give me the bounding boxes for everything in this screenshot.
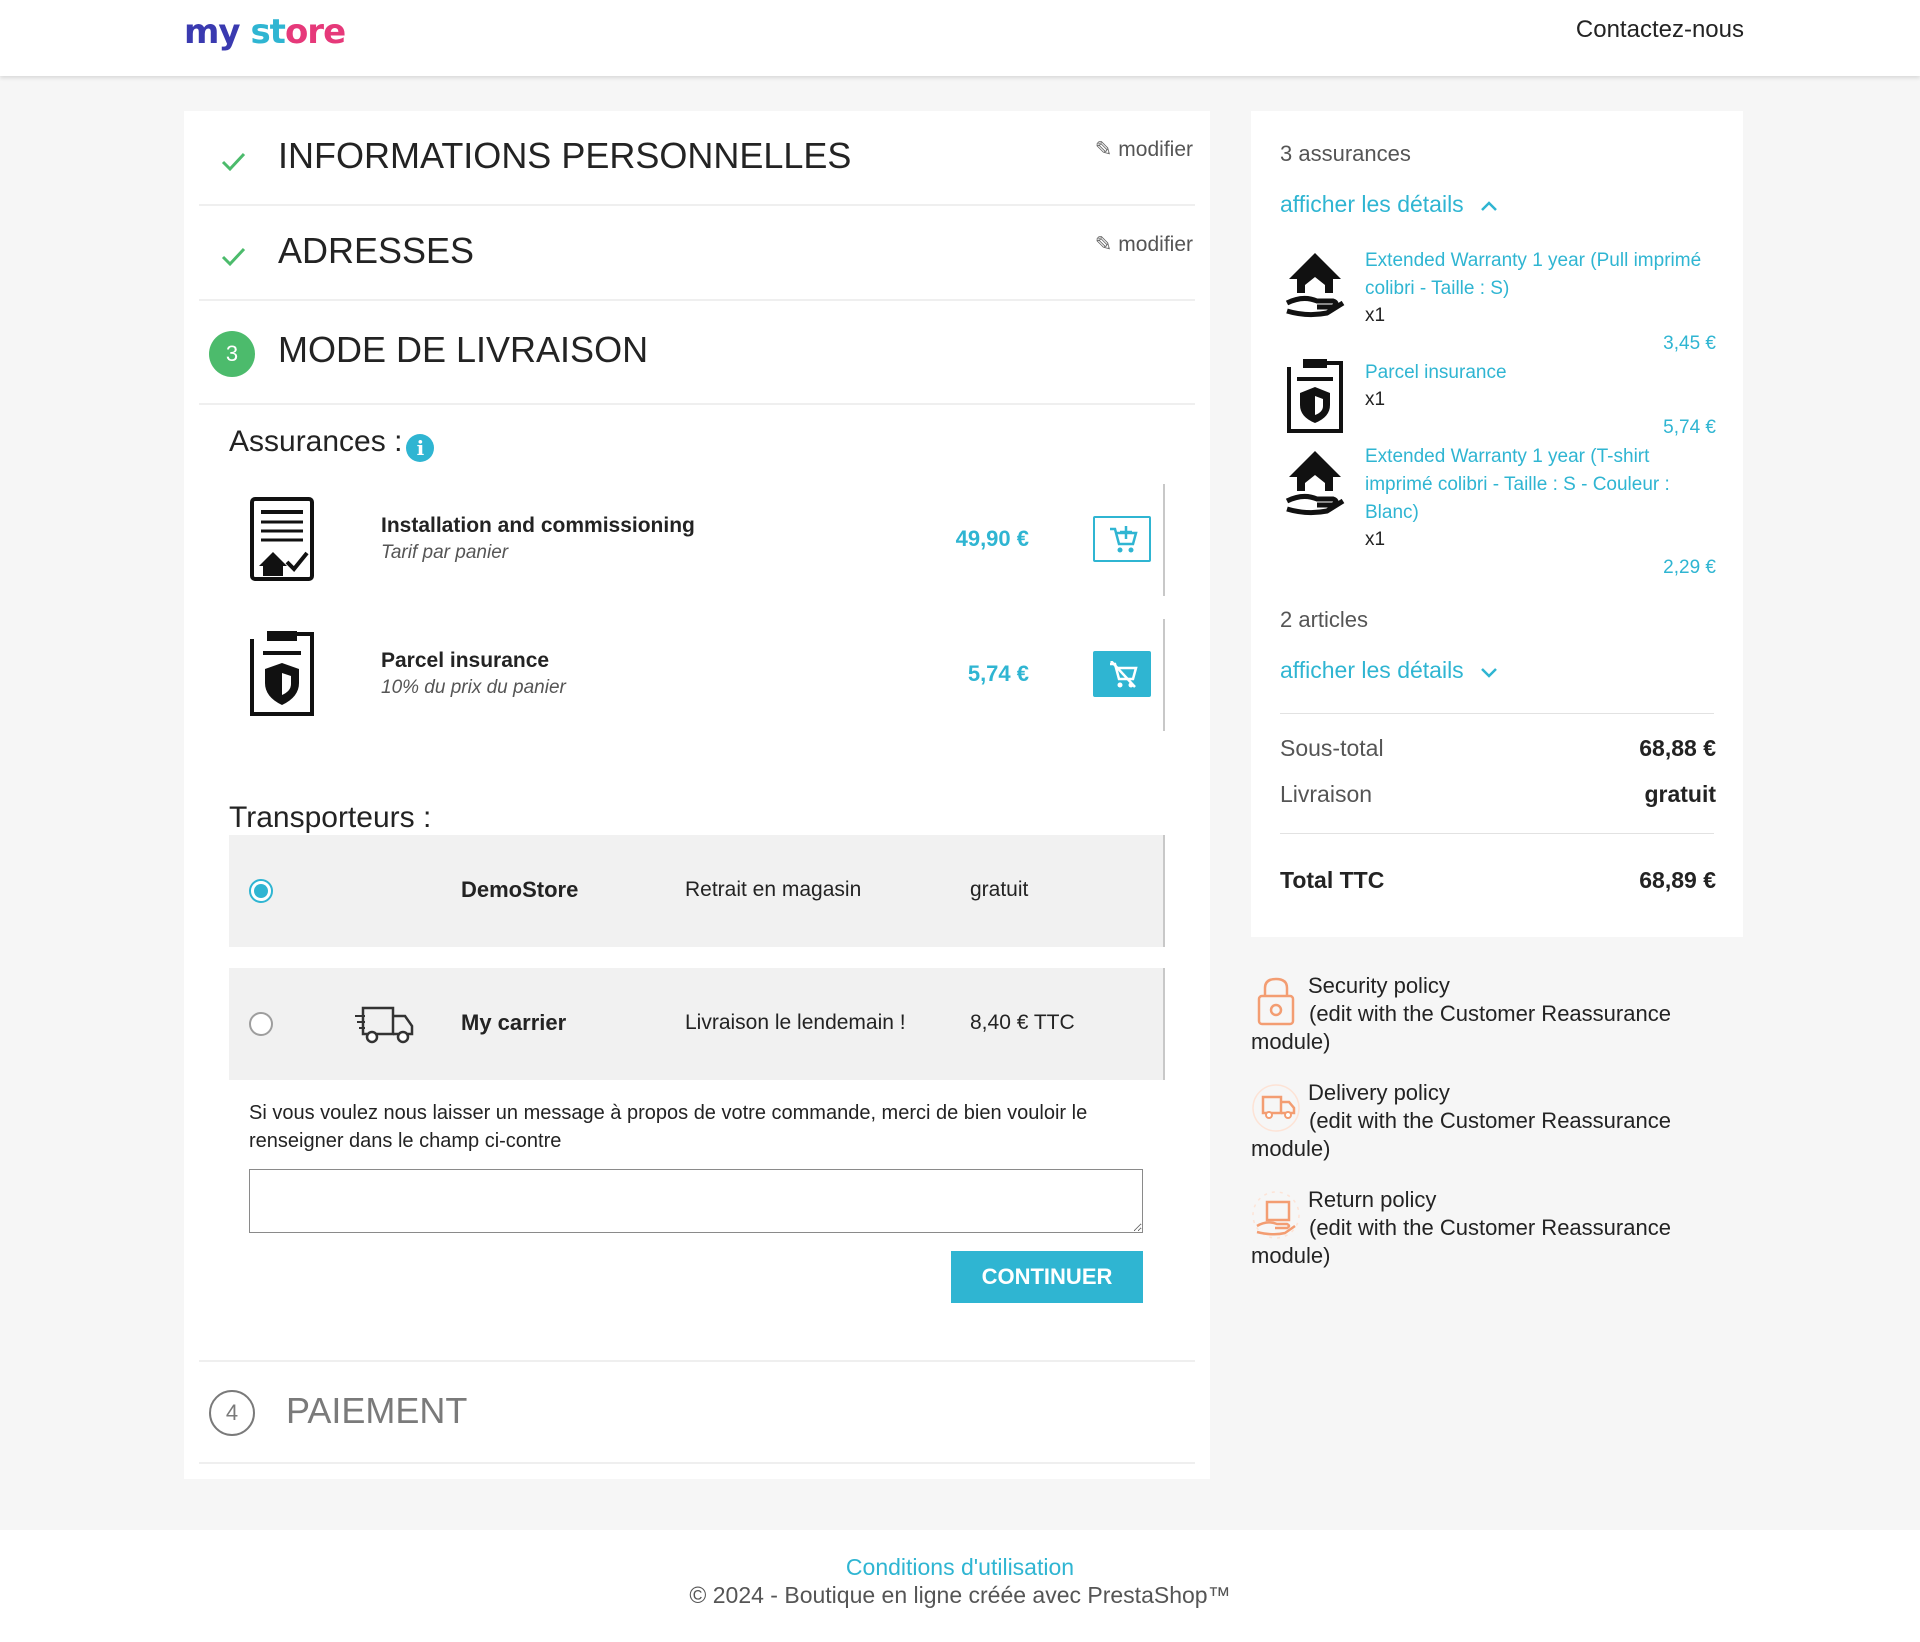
- summary-insurance-price: 2,29 €: [1663, 557, 1716, 578]
- chevron-up-icon: [1481, 201, 1497, 211]
- insurance-description: 10% du prix du panier: [381, 677, 566, 698]
- return-package-icon: [1252, 1191, 1300, 1239]
- step-title: MODE DE LIVRAISON: [278, 329, 649, 370]
- truck-icon: [1252, 1084, 1300, 1132]
- insurances-count: 3 assurances: [1280, 141, 1411, 166]
- modify-addresses-link[interactable]: ✎ modifier: [1095, 232, 1193, 257]
- summary-insurance-name[interactable]: Parcel insurance: [1365, 359, 1715, 387]
- store-logo[interactable]: my store: [184, 12, 346, 52]
- insurance-price: 49,90 €: [955, 526, 1029, 551]
- show-insurance-details-link[interactable]: afficher les détails: [1280, 191, 1498, 218]
- site-header: my store Contactez-nous: [0, 0, 1920, 76]
- modify-personal-link[interactable]: ✎ modifier: [1095, 137, 1193, 162]
- insurance-description: Tarif par panier: [381, 542, 509, 563]
- insurance-name: Installation and commissioning: [381, 514, 695, 537]
- insurance-row: Installation and commissioning Tarif par…: [229, 484, 1165, 596]
- step-title: PAIEMENT: [286, 1390, 468, 1431]
- lock-icon: [1257, 977, 1295, 1026]
- summary-insurance-qty: x1: [1365, 389, 1386, 410]
- reassurance-title: Delivery policy: [1308, 1080, 1450, 1105]
- document-shield-icon: [1287, 359, 1343, 433]
- reassurance-item: Delivery policy (edit with the Customer …: [1251, 1079, 1731, 1163]
- total-label: Total TTC: [1280, 867, 1385, 893]
- remove-from-cart-button[interactable]: [1093, 651, 1151, 697]
- check-icon: [221, 247, 246, 267]
- carrier-price: 8,40 € TTC: [970, 1011, 1075, 1034]
- insurance-name: Parcel insurance: [381, 649, 550, 672]
- copyright-text: © 2024 - Boutique en ligne créée avec Pr…: [689, 1582, 1231, 1608]
- reassurance-item: Security policy (edit with the Customer …: [1251, 972, 1731, 1056]
- summary-insurance-qty: x1: [1365, 529, 1386, 550]
- order-message-label: Si vous voulez nous laisser un message à…: [249, 1102, 1088, 1152]
- carriers-heading: Transporteurs :: [229, 801, 432, 834]
- summary-insurance-name[interactable]: Extended Warranty 1 year (T-shirt imprim…: [1365, 443, 1715, 527]
- step-number-badge: 4: [209, 1390, 255, 1436]
- reassurance-title: Security policy: [1308, 973, 1450, 998]
- insurance-price: 5,74 €: [967, 661, 1029, 686]
- shipping-label: Livraison: [1280, 781, 1373, 807]
- insurance-row: Parcel insurance 10% du prix du panier 5…: [229, 619, 1165, 731]
- house-hand-icon: [1285, 451, 1345, 516]
- summary-insurance-price: 5,74 €: [1663, 417, 1716, 438]
- check-icon: [221, 152, 246, 172]
- info-icon[interactable]: i: [406, 434, 435, 462]
- document-shield-icon: [250, 631, 314, 716]
- summary-insurance-qty: x1: [1365, 305, 1386, 326]
- carrier-delay: Livraison le lendemain !: [685, 1011, 906, 1034]
- terms-link[interactable]: Conditions d'utilisation: [0, 1554, 1920, 1581]
- delivery-truck-icon: [355, 1006, 414, 1044]
- site-footer: Conditions d'utilisation © 2024 - Boutiq…: [0, 1530, 1920, 1642]
- order-message-textarea[interactable]: [249, 1169, 1143, 1233]
- subtotal-label: Sous-total: [1280, 735, 1384, 761]
- subtotal-value: 68,88 €: [1639, 735, 1716, 761]
- pencil-icon: ✎: [1094, 138, 1113, 161]
- insurances-heading: Assurances :i: [229, 425, 435, 462]
- carrier-name: DemoStore: [461, 877, 579, 902]
- reassurance-title: Return policy: [1308, 1187, 1437, 1212]
- contact-link[interactable]: Contactez-nous: [1576, 16, 1744, 44]
- step-addresses[interactable]: ADRESSES ✎ modifier: [199, 206, 1195, 301]
- step-payment: 4 PAIEMENT: [199, 1360, 1195, 1464]
- cart-remove-icon: [1110, 661, 1138, 688]
- reassurance-item: Return policy (edit with the Customer Re…: [1251, 1186, 1731, 1270]
- carrier-option[interactable]: My carrier Livraison le lendemain ! 8,40…: [229, 968, 1165, 1080]
- total-value: 68,89 €: [1639, 867, 1716, 893]
- house-hand-icon: [1285, 253, 1345, 318]
- shipping-value: gratuit: [1644, 781, 1716, 807]
- carrier-name: My carrier: [461, 1010, 567, 1035]
- add-to-cart-button[interactable]: [1093, 516, 1151, 562]
- show-articles-details-link[interactable]: afficher les détails: [1280, 657, 1498, 684]
- continue-button[interactable]: CONTINUER: [951, 1251, 1143, 1303]
- pencil-icon: ✎: [1094, 233, 1113, 256]
- carrier-price: gratuit: [970, 878, 1029, 901]
- articles-count: 2 articles: [1280, 607, 1369, 632]
- carrier-option[interactable]: DemoStore Retrait en magasin gratuit: [229, 835, 1165, 947]
- carrier-radio[interactable]: [249, 879, 273, 903]
- document-house-icon: [250, 497, 314, 581]
- carrier-radio[interactable]: [249, 1012, 273, 1036]
- cart-add-icon: [1110, 526, 1138, 553]
- step-delivery: 3 MODE DE LIVRAISON: [199, 301, 1195, 405]
- checkout-steps: INFORMATIONS PERSONNELLES ✎ modifier ADRE…: [184, 111, 1210, 1479]
- step-number-badge: 3: [209, 331, 255, 377]
- summary-insurance-name[interactable]: Extended Warranty 1 year (Pull imprimé c…: [1365, 247, 1715, 303]
- summary-insurance-price: 3,45 €: [1663, 333, 1716, 354]
- divider: [1280, 833, 1714, 834]
- step-title: INFORMATIONS PERSONNELLES: [278, 135, 852, 176]
- step-title: ADRESSES: [278, 230, 475, 271]
- step-personal-info[interactable]: INFORMATIONS PERSONNELLES ✎ modifier: [199, 111, 1195, 206]
- chevron-down-icon: [1481, 668, 1497, 678]
- cart-summary: 3 assurances afficher les détails Extend…: [1251, 111, 1743, 937]
- divider: [1280, 713, 1714, 714]
- carrier-delay: Retrait en magasin: [685, 878, 862, 901]
